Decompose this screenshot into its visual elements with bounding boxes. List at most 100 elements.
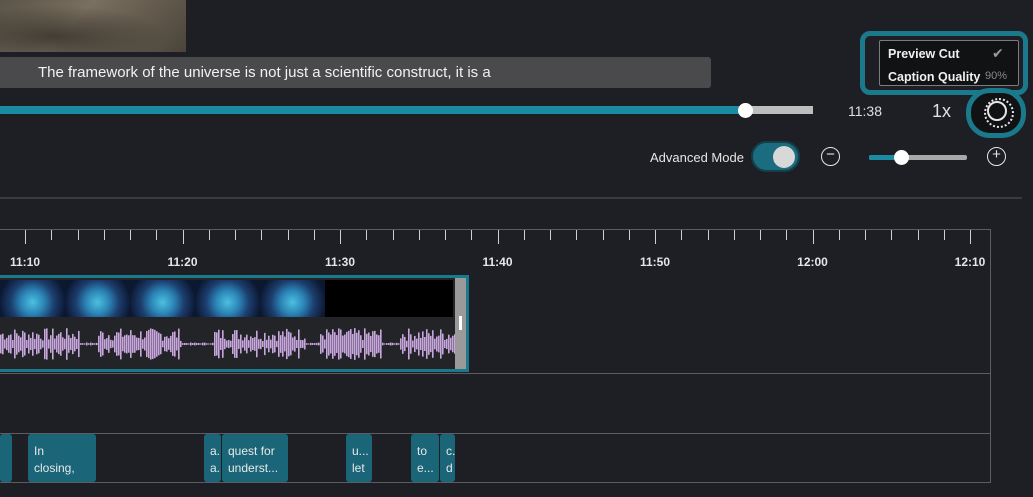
zoom-in-icon[interactable]: + bbox=[987, 147, 1006, 166]
waveform-bar bbox=[422, 331, 424, 357]
waveform-bar bbox=[288, 331, 290, 357]
waveform-bar bbox=[70, 337, 72, 351]
waveform-bar bbox=[366, 333, 368, 355]
waveform-bar bbox=[222, 330, 224, 358]
ruler-tick bbox=[655, 230, 656, 244]
waveform-bar bbox=[402, 334, 404, 354]
waveform-bar bbox=[164, 336, 166, 352]
waveform-bar bbox=[150, 328, 152, 360]
progress-scrubber[interactable] bbox=[737, 103, 753, 118]
ruler-tick-label: 11:30 bbox=[324, 255, 356, 269]
waveform-bar bbox=[54, 338, 56, 350]
word-chip[interactable]: quest for underst... bbox=[222, 434, 288, 482]
gear-icon bbox=[984, 98, 1014, 128]
waveform-bar bbox=[82, 343, 84, 345]
waveform-bar bbox=[90, 342, 92, 346]
word-chip[interactable] bbox=[0, 434, 12, 482]
waveform-bar bbox=[168, 338, 170, 350]
waveform-bar bbox=[130, 330, 132, 358]
zoom-slider-thumb[interactable] bbox=[894, 150, 910, 165]
word-chip[interactable]: c..d bbox=[440, 434, 455, 482]
waveform-bar bbox=[210, 343, 212, 345]
clip-frame bbox=[65, 280, 130, 317]
caption-bar: The framework of the universe is not jus… bbox=[0, 57, 711, 88]
waveform-bar bbox=[244, 337, 246, 351]
ruler-tick bbox=[419, 230, 420, 240]
waveform-bar bbox=[408, 328, 410, 360]
waveform-bar bbox=[24, 332, 26, 356]
ruler-tick bbox=[288, 230, 289, 240]
waveform-bar bbox=[400, 338, 402, 350]
waveform-bar bbox=[334, 332, 336, 356]
waveform-bar bbox=[84, 343, 86, 345]
word-chip[interactable]: to e... bbox=[411, 434, 439, 482]
waveform-bar bbox=[284, 336, 286, 352]
timeline[interactable]: 11:10 11:20 11:30 11:40 11:50 12:00 12:10 bbox=[0, 229, 991, 483]
settings-button[interactable] bbox=[966, 88, 1026, 138]
waveform-bar bbox=[100, 331, 102, 357]
waveform-bar bbox=[312, 343, 314, 345]
waveform-bar bbox=[2, 333, 4, 355]
video-clip[interactable] bbox=[0, 275, 469, 372]
waveform-bar bbox=[128, 335, 130, 353]
waveform-bar bbox=[416, 338, 418, 350]
clip-trim-handle[interactable] bbox=[455, 278, 466, 369]
waveform-bar bbox=[378, 335, 380, 353]
word-chip[interactable]: In closing, bbox=[28, 434, 96, 482]
waveform-bar bbox=[10, 334, 12, 354]
waveform-bar bbox=[426, 329, 428, 359]
ruler-tick bbox=[839, 230, 840, 240]
waveform-bar bbox=[160, 333, 162, 355]
ruler-tick bbox=[235, 230, 236, 240]
zoom-slider[interactable] bbox=[869, 150, 967, 165]
waveform-bar bbox=[414, 335, 416, 353]
waveform-bar bbox=[324, 339, 326, 349]
waveform-bar bbox=[106, 338, 108, 350]
menu-item-preview-cut[interactable]: Preview Cut bbox=[888, 47, 960, 61]
waveform-bar bbox=[342, 335, 344, 353]
waveform-bar bbox=[370, 335, 372, 353]
ruler-tick bbox=[550, 230, 551, 240]
video-preview[interactable] bbox=[0, 0, 186, 52]
waveform-bar bbox=[232, 334, 234, 354]
word-chip[interactable]: a..a... bbox=[204, 434, 221, 482]
waveform-bar bbox=[300, 339, 302, 349]
waveform-bar bbox=[174, 331, 176, 357]
progress-fill bbox=[0, 106, 745, 114]
waveform-bar bbox=[294, 336, 296, 352]
waveform-bar bbox=[318, 342, 320, 346]
waveform-bar bbox=[246, 334, 248, 354]
advanced-mode-label: Advanced Mode bbox=[650, 150, 744, 165]
waveform-bar bbox=[386, 343, 388, 345]
waveform-bar bbox=[256, 330, 258, 358]
ruler-tick bbox=[629, 230, 630, 240]
menu-item-caption-quality[interactable]: Caption Quality bbox=[888, 70, 980, 84]
waveform-bar bbox=[40, 338, 42, 350]
playback-progress-bar[interactable] bbox=[0, 103, 813, 118]
ruler-tick bbox=[130, 230, 131, 240]
waveform-bar bbox=[146, 331, 148, 357]
waveform-bar bbox=[22, 330, 24, 358]
waveform-bar bbox=[80, 343, 82, 345]
waveform-bar bbox=[348, 330, 350, 358]
waveform-bar bbox=[184, 342, 186, 346]
waveform-bar bbox=[0, 334, 2, 354]
ruler-tick bbox=[970, 230, 971, 244]
word-chip[interactable]: u... let bbox=[346, 434, 372, 482]
playback-speed-button[interactable]: 1x bbox=[932, 101, 951, 122]
waveform-bar bbox=[162, 340, 164, 348]
waveform-bar bbox=[62, 337, 64, 351]
waveform-bar bbox=[410, 334, 412, 354]
waveform-bar bbox=[376, 334, 378, 354]
waveform-bar bbox=[76, 339, 78, 349]
waveform-bar bbox=[280, 335, 282, 353]
waveform-bar bbox=[126, 334, 128, 354]
zoom-out-icon[interactable]: − bbox=[821, 147, 840, 166]
waveform-bar bbox=[178, 328, 180, 360]
waveform-bar bbox=[320, 334, 322, 354]
advanced-mode-toggle[interactable] bbox=[751, 141, 800, 172]
waveform-bar bbox=[156, 331, 158, 357]
waveform-bar bbox=[214, 331, 216, 357]
time-ruler[interactable]: 11:10 11:20 11:30 11:40 11:50 12:00 12:10 bbox=[0, 230, 991, 274]
clip-thumbnails bbox=[0, 280, 453, 317]
